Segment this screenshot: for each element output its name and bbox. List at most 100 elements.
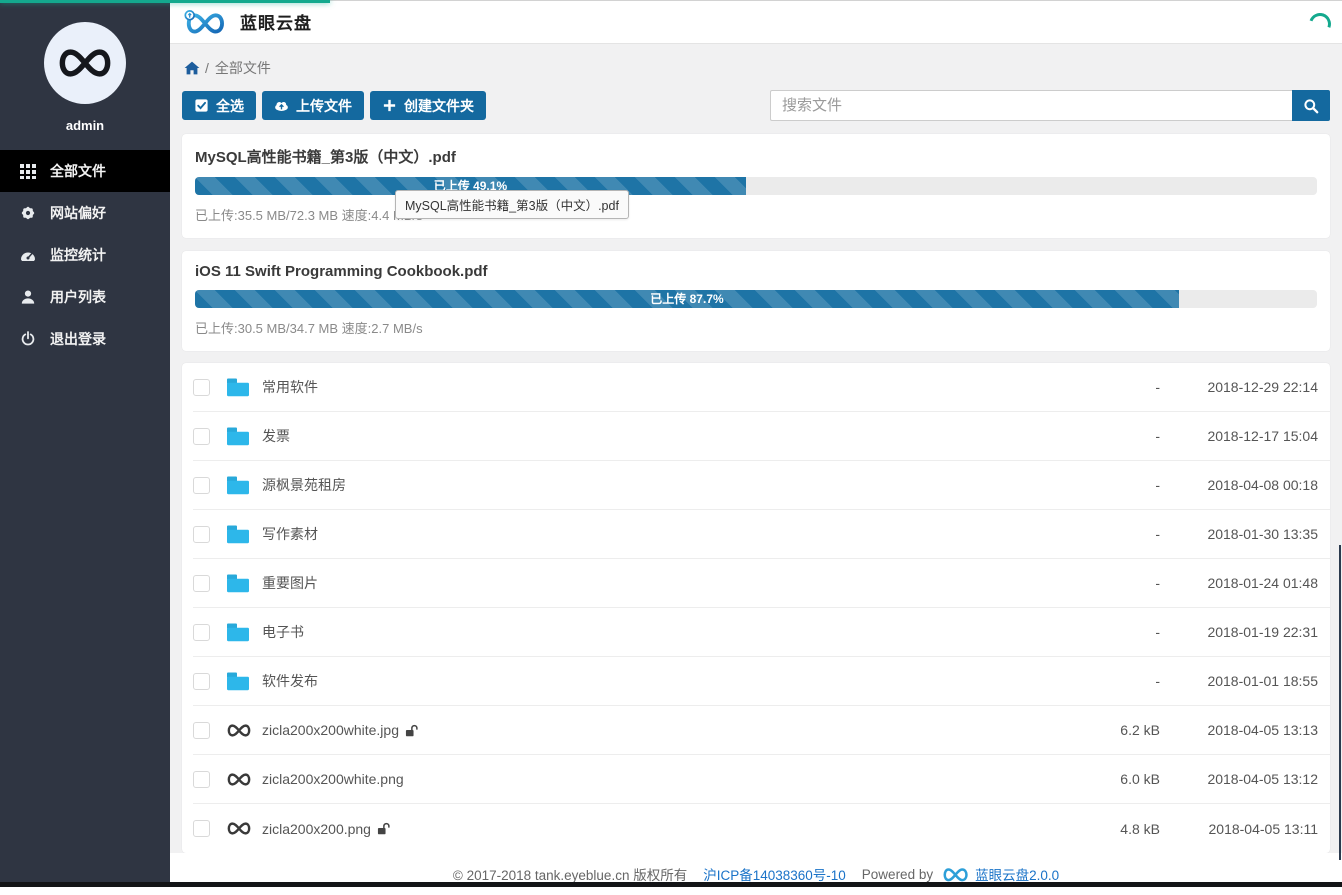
upload-stats: 已上传:35.5 MB/72.3 MB 速度:4.4 MB/s: [195, 205, 1317, 224]
avatar[interactable]: [44, 22, 126, 104]
file-name[interactable]: 写作素材: [262, 524, 318, 544]
brand-infinity-icon: [56, 47, 114, 79]
search-button[interactable]: [1292, 90, 1330, 121]
file-name[interactable]: 软件发布: [262, 671, 318, 691]
file-name[interactable]: zicla200x200.png: [262, 821, 371, 837]
search-input[interactable]: [770, 90, 1292, 121]
top-header: 蓝眼云盘: [170, 0, 1342, 44]
file-date: 2018-12-17 15:04: [1160, 428, 1318, 444]
file-date: 2018-04-05 13:12: [1160, 771, 1318, 787]
select-all-button[interactable]: 全选: [182, 91, 256, 120]
table-row[interactable]: 发票 - 2018-12-17 15:04: [193, 412, 1330, 461]
file-date: 2018-04-05 13:13: [1160, 722, 1318, 738]
row-checkbox[interactable]: [193, 477, 210, 494]
sidebar-item-label: 全部文件: [50, 161, 106, 181]
sidebar-item-site-preferences[interactable]: 网站偏好: [0, 192, 170, 234]
file-name[interactable]: 常用软件: [262, 377, 318, 397]
row-checkbox[interactable]: [193, 624, 210, 641]
screen-bottom-edge: [0, 882, 1342, 887]
sidebar-username: admin: [0, 118, 170, 133]
breadcrumb-current: 全部文件: [215, 58, 271, 78]
file-name[interactable]: 发票: [262, 426, 290, 446]
folder-icon: [226, 475, 252, 495]
file-name[interactable]: 电子书: [262, 622, 304, 642]
file-name[interactable]: 重要图片: [262, 573, 318, 593]
file-size: -: [1040, 379, 1160, 395]
row-checkbox[interactable]: [193, 428, 210, 445]
file-date: 2018-04-05 13:11: [1160, 821, 1318, 837]
breadcrumb-separator: /: [205, 60, 209, 76]
row-checkbox[interactable]: [193, 820, 210, 837]
sidebar-item-logout[interactable]: 退出登录: [0, 318, 170, 360]
main-area: 蓝眼云盘 / 全部文件 全选 上传文件 创建文件夹: [170, 0, 1342, 882]
app-window: admin 全部文件 网站偏好 监控统计 用户列表 退出登录: [0, 0, 1342, 882]
sidebar: admin 全部文件 网站偏好 监控统计 用户列表 退出登录: [0, 0, 170, 882]
user-icon: [20, 289, 36, 305]
row-checkbox[interactable]: [193, 673, 210, 690]
sidebar-item-label: 退出登录: [50, 329, 106, 349]
table-row[interactable]: 软件发布 - 2018-01-01 18:55: [193, 657, 1330, 706]
upload-card: MySQL高性能书籍_第3版（中文）.pdf 已上传 49.1% 已上传:35.…: [182, 134, 1330, 238]
file-date: 2018-01-24 01:48: [1160, 575, 1318, 591]
table-row[interactable]: zicla200x200.png 4.8 kB 2018-04-05 13:11: [193, 804, 1330, 853]
table-row[interactable]: zicla200x200white.jpg 6.2 kB 2018-04-05 …: [193, 706, 1330, 755]
image-thumbnail-icon: [226, 821, 252, 836]
table-row[interactable]: 源枫景苑租房 - 2018-04-08 00:18: [193, 461, 1330, 510]
file-size: 4.8 kB: [1040, 821, 1160, 837]
file-name[interactable]: 源枫景苑租房: [262, 475, 346, 495]
upload-progress-label: 已上传 87.7%: [650, 292, 723, 306]
row-checkbox[interactable]: [193, 526, 210, 543]
table-row[interactable]: 电子书 - 2018-01-19 22:31: [193, 608, 1330, 657]
file-size: -: [1040, 526, 1160, 542]
create-folder-button[interactable]: 创建文件夹: [370, 91, 486, 120]
table-row[interactable]: 写作素材 - 2018-01-30 13:35: [193, 510, 1330, 559]
file-list: 常用软件 - 2018-12-29 22:14 发票 - 2018-12-17 …: [182, 363, 1330, 853]
file-name[interactable]: zicla200x200white.png: [262, 771, 404, 787]
unlock-icon: [377, 822, 390, 835]
folder-icon: [226, 671, 252, 691]
breadcrumb: / 全部文件: [184, 58, 1328, 78]
image-thumbnail-icon: [226, 723, 252, 738]
file-size: 6.0 kB: [1040, 771, 1160, 787]
scrollbar[interactable]: [1339, 545, 1341, 860]
upload-file-label: 上传文件: [296, 96, 352, 116]
content: / 全部文件 全选 上传文件 创建文件夹: [170, 44, 1342, 853]
gear-icon: [20, 205, 36, 221]
icp-link[interactable]: 沪ICP备14038360号-10: [703, 864, 846, 884]
table-row[interactable]: 常用软件 - 2018-12-29 22:14: [193, 363, 1330, 412]
row-checkbox[interactable]: [193, 575, 210, 592]
row-checkbox[interactable]: [193, 722, 210, 739]
sidebar-item-monitor-stats[interactable]: 监控统计: [0, 234, 170, 276]
upload-filename: MySQL高性能书籍_第3版（中文）.pdf: [195, 146, 1317, 167]
table-row[interactable]: zicla200x200white.png 6.0 kB 2018-04-05 …: [193, 755, 1330, 804]
upload-file-button[interactable]: 上传文件: [262, 91, 364, 120]
upload-filename: iOS 11 Swift Programming Cookbook.pdf: [195, 263, 1317, 280]
file-size: -: [1040, 477, 1160, 493]
sidebar-item-user-list[interactable]: 用户列表: [0, 276, 170, 318]
home-icon[interactable]: [184, 61, 200, 75]
upload-stats: 已上传:30.5 MB/34.7 MB 速度:2.7 MB/s: [195, 318, 1317, 337]
dashboard-icon: [20, 247, 36, 263]
version-link[interactable]: 蓝眼云盘2.0.0: [975, 864, 1059, 884]
file-name[interactable]: zicla200x200white.jpg: [262, 722, 399, 738]
cloud-upload-icon: [274, 98, 289, 113]
plus-icon: [382, 98, 397, 113]
sidebar-item-all-files[interactable]: 全部文件: [0, 150, 170, 192]
file-date: 2018-04-08 00:18: [1160, 477, 1318, 493]
table-row[interactable]: 重要图片 - 2018-01-24 01:48: [193, 559, 1330, 608]
file-size: 6.2 kB: [1040, 722, 1160, 738]
filename-tooltip: MySQL高性能书籍_第3版（中文）.pdf: [395, 190, 629, 219]
power-icon: [20, 331, 36, 347]
page-title: 蓝眼云盘: [240, 9, 312, 34]
row-checkbox[interactable]: [193, 771, 210, 788]
file-size: -: [1040, 575, 1160, 591]
folder-icon: [226, 377, 252, 397]
app-logo-icon[interactable]: [183, 9, 229, 35]
unlock-icon: [405, 724, 418, 737]
check-square-icon: [194, 98, 209, 113]
select-all-label: 全选: [216, 96, 244, 116]
search-icon: [1303, 98, 1319, 114]
sidebar-item-label: 网站偏好: [50, 203, 106, 223]
row-checkbox[interactable]: [193, 379, 210, 396]
page-loading-progress-bar: [0, 0, 330, 3]
